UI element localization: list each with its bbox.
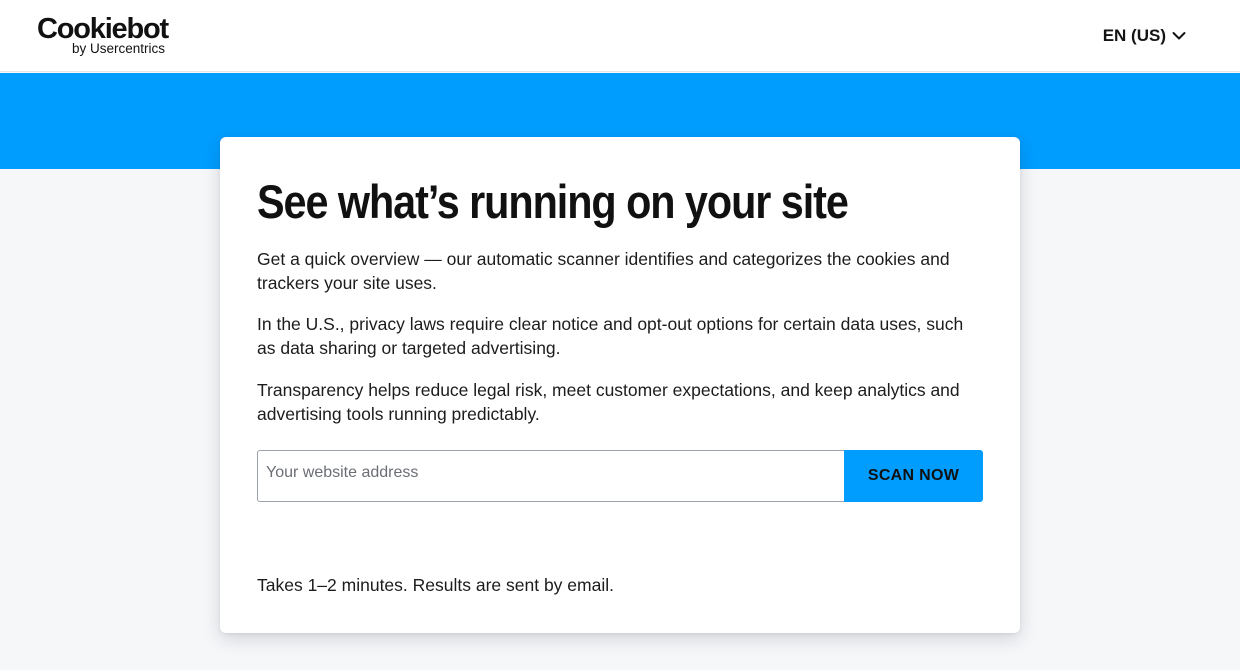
chevron-down-icon bbox=[1172, 31, 1186, 41]
logo-tagline: by Usercentrics bbox=[72, 41, 166, 56]
page-title: See what’s running on your site bbox=[257, 175, 849, 228]
website-address-input[interactable] bbox=[257, 450, 844, 502]
intro-paragraph: Get a quick overview — our automatic sca… bbox=[257, 249, 950, 293]
logo-wordmark: Cookiebot bbox=[37, 13, 169, 45]
site-header: Cookiebot by Usercentrics EN (US) bbox=[0, 0, 1240, 72]
scan-form: SCAN NOW bbox=[257, 450, 983, 502]
language-label: EN (US) bbox=[1102, 26, 1166, 45]
privacy-laws-paragraph: In the U.S., privacy laws require clear … bbox=[257, 314, 964, 358]
transparency-paragraph: Transparency helps reduce legal risk, me… bbox=[257, 380, 960, 424]
scanner-card: See what’s running on your site Get a qu… bbox=[220, 137, 1020, 633]
cookiebot-logo[interactable]: Cookiebot by Usercentrics bbox=[37, 14, 177, 60]
scan-duration-note: Takes 1–2 minutes. Results are sent by e… bbox=[257, 575, 614, 595]
scan-now-button[interactable]: SCAN NOW bbox=[844, 450, 983, 502]
language-selector[interactable]: EN (US) bbox=[1103, 24, 1186, 48]
